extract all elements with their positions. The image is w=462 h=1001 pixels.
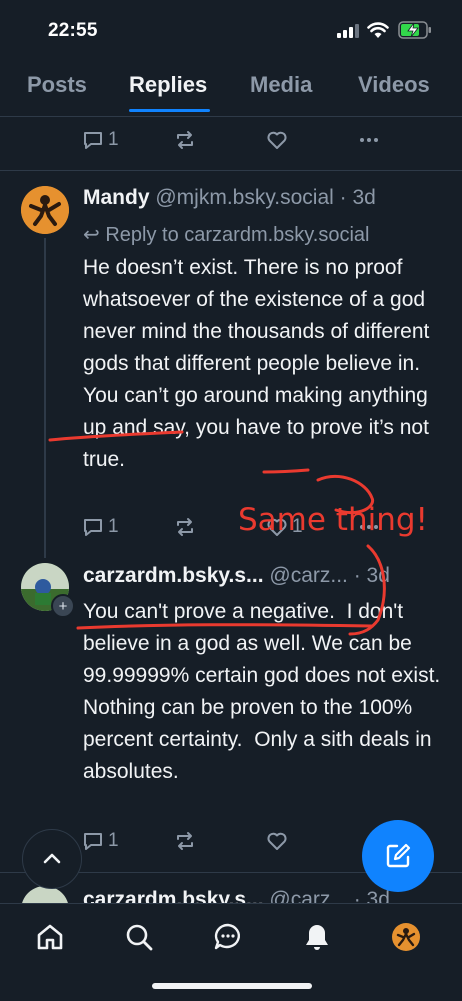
avatar[interactable] xyxy=(21,186,69,234)
heart-icon xyxy=(267,131,287,149)
post-text: He doesn’t exist. There is no proof what… xyxy=(83,256,436,471)
status-bar: 22:55 xyxy=(0,0,462,60)
chevron-up-icon xyxy=(43,853,61,864)
bell-icon xyxy=(306,925,328,950)
annotation-text: Same thing! xyxy=(238,502,428,538)
nav-profile[interactable] xyxy=(389,920,423,954)
repost-button[interactable] xyxy=(174,129,196,151)
search-icon xyxy=(126,924,153,951)
like-button[interactable] xyxy=(266,129,288,151)
reply-button[interactable]: 1 xyxy=(82,516,119,538)
profile-avatar xyxy=(392,923,420,951)
reply-arrow-icon: ↩ xyxy=(83,224,100,246)
reply-icon xyxy=(84,132,102,149)
cellular-signal-icon xyxy=(337,24,359,38)
bottom-nav xyxy=(0,903,462,1001)
nav-chat[interactable] xyxy=(211,920,245,954)
more-icon xyxy=(360,138,378,142)
status-time: 22:55 xyxy=(48,20,98,41)
post-actions: 1 xyxy=(82,830,402,856)
battery-charging-icon xyxy=(398,21,431,39)
repost-icon xyxy=(177,518,193,536)
like-button[interactable] xyxy=(266,830,288,852)
post-text: You can't prove a negative. I don't beli… xyxy=(83,600,447,783)
chat-icon xyxy=(214,923,240,950)
author-handle[interactable]: @mjkm.bsky.social xyxy=(155,186,333,209)
nav-search[interactable] xyxy=(122,920,156,954)
compose-button[interactable] xyxy=(362,820,434,892)
profile-tabs: Posts Replies Media Videos xyxy=(0,60,462,117)
nav-notifications[interactable] xyxy=(300,920,334,954)
post-time: · 3d xyxy=(353,564,390,587)
reply-to-label: Reply to carzardm.bsky.social xyxy=(105,224,370,246)
scroll-to-top-button[interactable] xyxy=(22,829,82,889)
author-name[interactable]: carzardm.bsky.s... xyxy=(83,564,264,587)
repost-icon xyxy=(177,832,193,850)
post-divider xyxy=(0,170,462,171)
post-header: Mandy @mjkm.bsky.social · 3d xyxy=(83,186,376,210)
reply-count: 1 xyxy=(108,516,119,537)
tab-replies[interactable]: Replies xyxy=(129,72,207,98)
reply-to-line[interactable]: ↩ Reply to carzardm.bsky.social xyxy=(83,222,370,247)
tab-media[interactable]: Media xyxy=(250,72,312,98)
nav-home[interactable] xyxy=(33,920,67,954)
repost-icon xyxy=(177,131,193,149)
reply-button[interactable]: 1 xyxy=(82,830,119,852)
home-indicator xyxy=(152,983,312,989)
thread-line xyxy=(44,238,46,558)
heart-icon xyxy=(267,832,287,850)
author-handle[interactable]: @carz... xyxy=(269,564,348,587)
compose-icon xyxy=(386,843,411,868)
follow-plus-icon[interactable]: + xyxy=(51,594,75,618)
wifi-icon xyxy=(367,22,389,38)
reply-button[interactable]: 1 xyxy=(82,129,119,151)
reply-icon xyxy=(84,519,102,536)
post-header: carzardm.bsky.s... @carz... · 3d xyxy=(83,564,390,588)
reply-count: 1 xyxy=(108,129,119,150)
more-options-button[interactable] xyxy=(358,129,380,151)
reply-icon xyxy=(84,833,102,850)
active-tab-indicator xyxy=(129,109,210,112)
avatar-ninja-image xyxy=(21,186,69,234)
tab-videos[interactable]: Videos xyxy=(358,72,430,98)
author-name[interactable]: Mandy xyxy=(83,186,150,209)
home-icon xyxy=(37,924,63,950)
reply-count: 1 xyxy=(108,830,119,851)
post-actions: 1 xyxy=(82,129,402,155)
tab-posts[interactable]: Posts xyxy=(27,72,87,98)
repost-button[interactable] xyxy=(174,516,196,538)
repost-button[interactable] xyxy=(174,830,196,852)
post-time: · 3d xyxy=(339,186,376,209)
